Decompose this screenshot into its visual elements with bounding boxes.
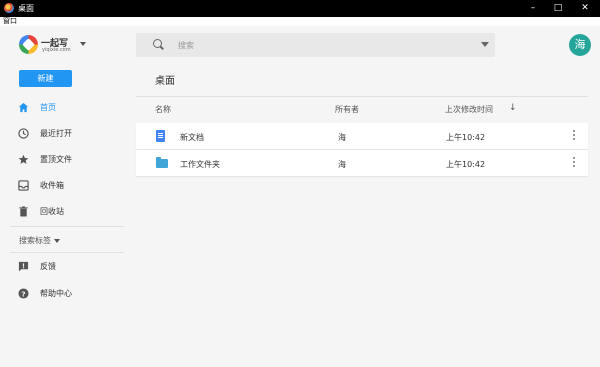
- file-name: 工作文件夹: [180, 160, 220, 169]
- search-icon: [153, 39, 162, 48]
- app-logo-icon: [4, 3, 14, 13]
- sidebar-item-label: 最近打开: [40, 129, 72, 138]
- sidebar-item-label: 回收站: [40, 207, 64, 216]
- sidebar-item-help[interactable]: ? 帮助中心: [0, 280, 128, 306]
- sidebar-item-inbox[interactable]: 收件箱: [0, 172, 128, 198]
- home-icon: [18, 102, 29, 113]
- brand-domain: yiqixie.com: [42, 47, 71, 53]
- minimize-icon[interactable]: –: [523, 1, 543, 15]
- search-bar: [136, 33, 495, 57]
- inbox-icon: [18, 180, 29, 191]
- sort-arrow-down-icon[interactable]: ↓: [509, 103, 517, 113]
- sidebar-item-pinned[interactable]: 置顶文件: [0, 146, 128, 172]
- column-owner[interactable]: 所有者: [335, 104, 359, 115]
- new-button[interactable]: 新建: [19, 70, 72, 87]
- table-row[interactable]: 新文档 海 上午10:42: [136, 123, 588, 149]
- more-options-icon[interactable]: [573, 157, 576, 169]
- sidebar-item-label: 反馈: [40, 262, 56, 271]
- table-header: 名称 所有者 上次修改时间 ↓: [136, 97, 588, 121]
- more-options-icon[interactable]: [573, 130, 576, 142]
- sidebar-divider: [10, 226, 124, 227]
- sidebar-item-label: 置顶文件: [40, 155, 72, 164]
- page-title: 桌面: [155, 76, 175, 87]
- sidebar-item-label: 收件箱: [40, 181, 64, 190]
- trash-icon: [19, 206, 28, 217]
- caret-down-icon: [54, 238, 60, 243]
- menu-bar: 窗口: [0, 17, 600, 26]
- svg-text:?: ?: [21, 289, 25, 298]
- folder-icon: [156, 157, 168, 168]
- close-icon[interactable]: ✕: [575, 1, 595, 15]
- avatar[interactable]: 海: [569, 34, 591, 56]
- sidebar-item-label: 帮助中心: [40, 289, 72, 298]
- file-modified: 上午10:42: [446, 133, 486, 142]
- search-options-dropdown-icon[interactable]: [481, 42, 489, 47]
- menu-window[interactable]: 窗口: [3, 17, 17, 26]
- file-name: 新文档: [180, 133, 204, 142]
- file-owner: 海: [338, 133, 346, 142]
- search-tags-toggle[interactable]: 搜索标签: [19, 235, 60, 246]
- clock-icon: [18, 128, 29, 139]
- search-input[interactable]: [178, 38, 458, 52]
- star-icon: [18, 154, 29, 164]
- sidebar-item-recent[interactable]: 最近打开: [0, 120, 128, 146]
- title-bar: 桌面 – □ ✕: [0, 0, 600, 17]
- feedback-icon: [18, 261, 29, 272]
- sidebar-item-home[interactable]: 首页: [0, 94, 128, 120]
- table-row[interactable]: 工作文件夹 海 上午10:42: [136, 150, 588, 176]
- window-title: 桌面: [18, 4, 34, 13]
- chevron-down-icon[interactable]: [80, 42, 86, 46]
- file-owner: 海: [338, 160, 346, 169]
- help-icon: ?: [18, 288, 29, 299]
- search-tags-label: 搜索标签: [19, 236, 51, 245]
- document-icon: [156, 130, 165, 142]
- sidebar-item-feedback[interactable]: 反馈: [0, 253, 128, 279]
- logo-icon: [19, 35, 38, 54]
- maximize-icon[interactable]: □: [548, 1, 568, 15]
- file-modified: 上午10:42: [446, 160, 486, 169]
- sidebar-item-label: 首页: [40, 103, 56, 112]
- column-modified[interactable]: 上次修改时间: [445, 104, 493, 115]
- sidebar-item-trash[interactable]: 回收站: [0, 198, 128, 224]
- column-name[interactable]: 名称: [155, 104, 171, 115]
